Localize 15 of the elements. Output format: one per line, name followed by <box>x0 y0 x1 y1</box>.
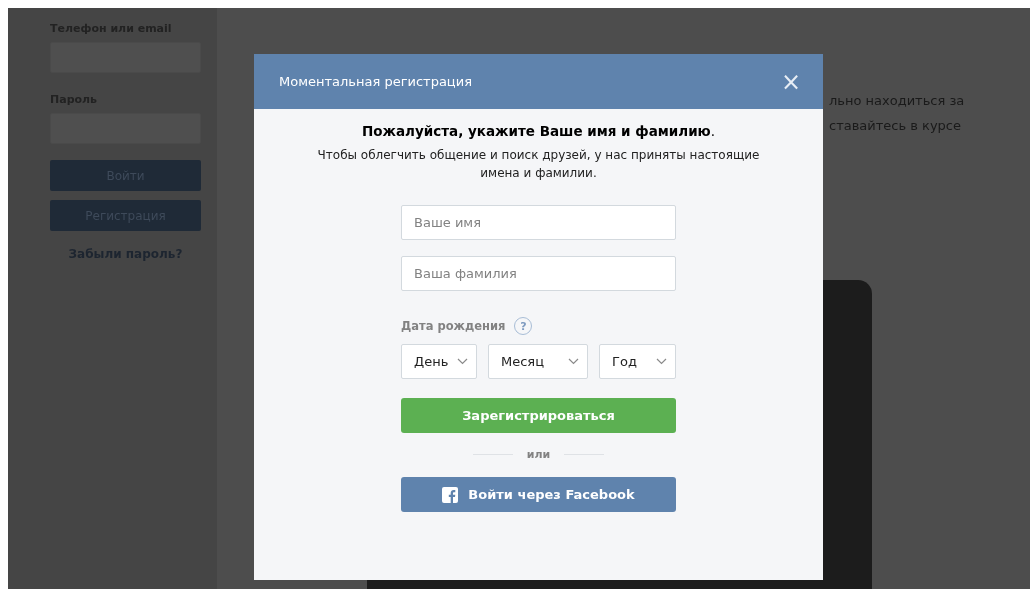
date-dropdown[interactable]: Год <box>599 344 676 379</box>
dialog-title: Моментальная регистрация <box>279 74 472 89</box>
chevron-down-icon <box>656 358 667 365</box>
facebook-login-button[interactable]: Войти через Facebook <box>401 477 676 512</box>
dialog-heading: Пожалуйста, укажите Ваше имя и фамилию. <box>361 123 716 139</box>
dialog-subtitle: Чтобы облегчить общение и поиск друзей, у нас приняты настоящие имена и фамилии. <box>316 147 761 182</box>
divider-text: или <box>526 448 551 461</box>
chevron-down-icon <box>457 358 468 365</box>
close-button[interactable]: × <box>780 69 801 94</box>
register-button[interactable]: Зарегистрироваться <box>401 398 676 433</box>
date-dropdown[interactable]: Месяц <box>488 344 588 379</box>
chevron-down-icon <box>568 358 579 365</box>
birth-date-label: Дата рождения <box>401 319 506 333</box>
date-dropdown[interactable]: День <box>401 344 477 379</box>
facebook-icon <box>442 486 459 503</box>
